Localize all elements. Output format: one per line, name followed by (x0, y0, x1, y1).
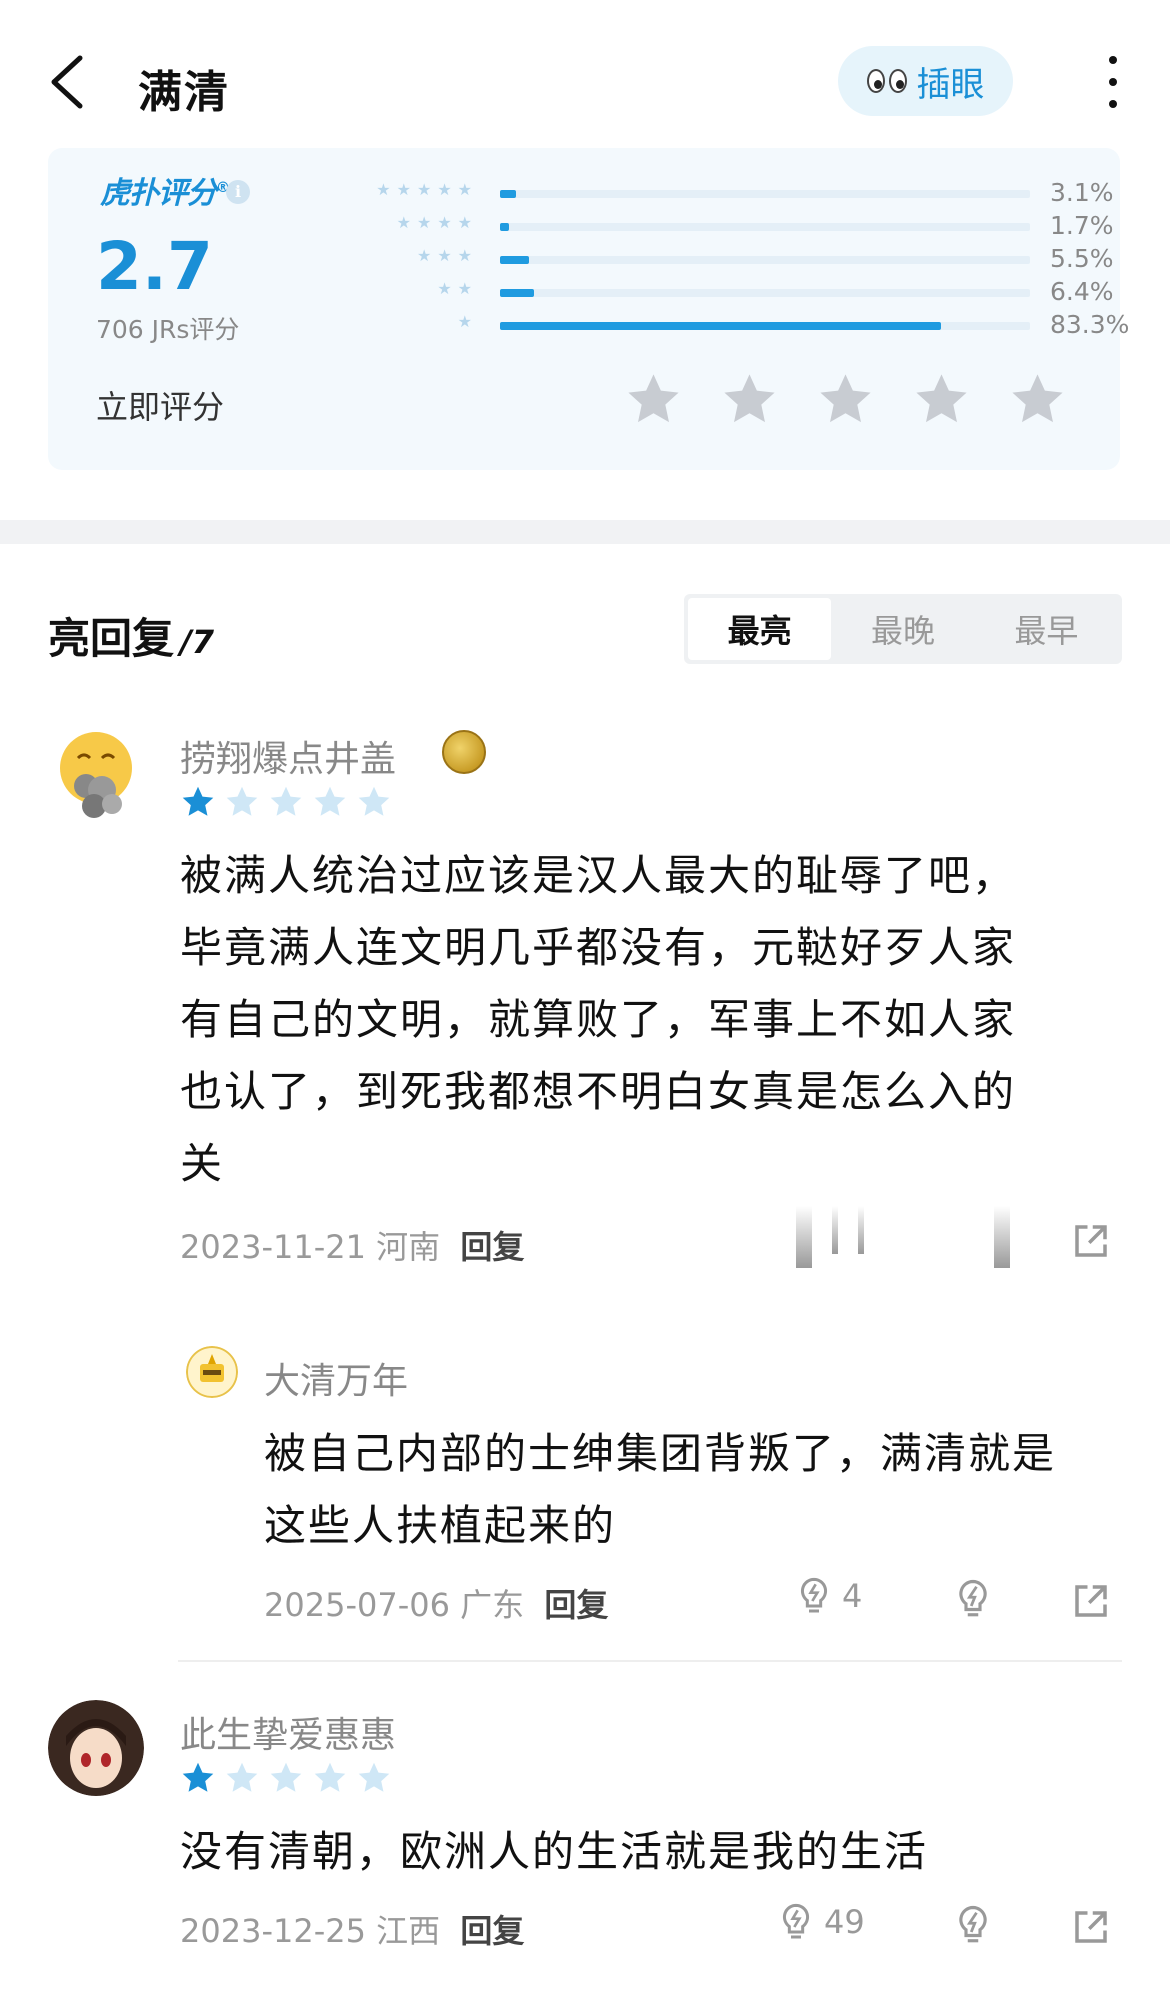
lightbulb-icon (782, 1903, 810, 1939)
medal-badge-icon (442, 730, 486, 774)
lightbulb-icon (800, 1577, 828, 1613)
comment-meta: 2023-11-21 河南 回复 (180, 1222, 524, 1268)
star-empty-icon (226, 786, 258, 816)
replies-title: 亮回复 (48, 614, 175, 663)
comment-text: 被自己内部的士绅集团背叛了，满清就是 这些人扶植起来的 (264, 1429, 1057, 1550)
comment-meta: 2025-07-06 广东 回复 (264, 1580, 608, 1626)
username[interactable]: 捞翔爆点井盖 (180, 730, 396, 782)
comment-text: 没有清朝，欧洲人的生活就是我的生活 (180, 1827, 929, 1876)
star-empty-icon (358, 1762, 390, 1792)
rate-star-2-icon[interactable] (720, 370, 779, 429)
vote-count: 706 JRs评分 (96, 315, 240, 344)
replies-count: /7 (180, 623, 214, 661)
dislike-icon[interactable] (952, 1578, 994, 1620)
user-rating-stars (180, 784, 392, 820)
replies-heading: 亮回复/7 (48, 605, 214, 666)
star-empty-icon (314, 786, 346, 816)
star-level-5: ★★★★★ (376, 180, 478, 199)
rate-now-label: 立即评分 (96, 388, 225, 426)
light-up-button[interactable]: 4 (794, 1576, 862, 1616)
comment-divider (178, 1660, 1122, 1662)
distribution-percent: 3.1% (1050, 178, 1114, 207)
star-filled-icon (182, 786, 214, 816)
reply-button[interactable]: 回复 (544, 1586, 608, 1624)
rate-star-4-icon[interactable] (912, 370, 971, 429)
sort-tabs: 最亮 最晚 最早 (684, 594, 1122, 664)
rate-star-1-icon[interactable] (624, 370, 683, 429)
star-empty-icon (226, 1762, 258, 1792)
comment-date: 2025-07-06 (264, 1586, 450, 1624)
distribution-bar (500, 256, 1030, 264)
distribution-percent: 6.4% (1050, 277, 1114, 306)
reply-button[interactable]: 回复 (460, 1912, 524, 1950)
top-bar: 满清 插眼 (0, 0, 1170, 150)
like-count: 4 (842, 1577, 863, 1615)
share-icon[interactable] (1070, 1580, 1112, 1622)
rate-star-5-icon[interactable] (1008, 370, 1067, 429)
distribution-row-3: ★★★ 5.5% (308, 244, 1114, 277)
star-level-2: ★★ (437, 279, 478, 298)
distribution-bar (500, 223, 1030, 231)
star-filled-icon (182, 1762, 214, 1792)
distribution-bar (500, 190, 1030, 198)
avatar[interactable] (186, 1346, 238, 1398)
star-level-1: ★ (457, 312, 478, 331)
star-empty-icon (314, 1762, 346, 1792)
dislike-icon[interactable] (952, 1904, 994, 1946)
avatar[interactable] (56, 728, 136, 820)
comment-date: 2023-12-25 (180, 1912, 366, 1950)
info-icon[interactable]: i (226, 180, 250, 204)
comment-text: 被满人统治过应该是汉人最大的耻辱了吧， 毕竟满人连文明几乎都没有，元鞑好歹人家 … (180, 851, 1017, 1188)
back-arrow-icon[interactable] (44, 52, 94, 112)
comment-location: 广东 (460, 1586, 525, 1624)
render-artifact (796, 1206, 1010, 1268)
share-icon[interactable] (1070, 1220, 1112, 1262)
star-level-3: ★★★ (416, 246, 478, 265)
distribution-percent: 83.3% (1050, 310, 1130, 339)
eyes-icon (866, 69, 907, 93)
distribution-percent: 1.7% (1050, 211, 1114, 240)
distribution-bar (500, 322, 1030, 330)
light-up-button[interactable]: 49 (776, 1902, 865, 1942)
rating-card: 虎扑评分® i 2.7 706 JRs评分 ★★★★★ 3.1% ★★★★ 1.… (48, 148, 1130, 470)
reply-button[interactable]: 回复 (460, 1228, 524, 1266)
username[interactable]: 此生挚爱惠惠 (180, 1706, 396, 1758)
rate-stars (624, 370, 1067, 429)
tab-brightest[interactable]: 最亮 (688, 598, 832, 660)
distribution-row-1: ★ 83.3% (308, 310, 1130, 343)
distribution-row-5: ★★★★★ 3.1% (308, 178, 1113, 211)
rate-star-3-icon[interactable] (816, 370, 875, 429)
tab-latest[interactable]: 最晚 (831, 598, 974, 660)
insert-eye-button[interactable]: 插眼 (838, 46, 1013, 116)
like-count: 49 (824, 1903, 865, 1941)
username[interactable]: 大清万年 (264, 1352, 408, 1404)
star-empty-icon (358, 786, 390, 816)
average-score: 2.7 (96, 228, 213, 305)
distribution-percent: 5.5% (1050, 244, 1114, 273)
comment-date: 2023-11-21 (180, 1228, 366, 1266)
section-divider (0, 520, 1170, 544)
distribution-bar (500, 289, 1030, 297)
star-empty-icon (270, 786, 302, 816)
distribution-row-2: ★★ 6.4% (308, 277, 1113, 310)
star-level-4: ★★★★ (396, 213, 478, 232)
tab-earliest[interactable]: 最早 (975, 598, 1118, 660)
rating-distribution: ★★★★★ 3.1% ★★★★ 1.7% ★★★ 5.5% ★★ 6.4% ★ … (308, 178, 1130, 343)
comment-location: 河南 (376, 1228, 441, 1266)
comment-location: 江西 (376, 1912, 441, 1950)
comment-meta: 2023-12-25 江西 回复 (180, 1906, 524, 1952)
brand-logo: 虎扑评分® (100, 176, 230, 211)
share-icon[interactable] (1070, 1906, 1112, 1948)
star-empty-icon (270, 1762, 302, 1792)
user-rating-stars (180, 1760, 392, 1796)
avatar[interactable] (48, 1700, 144, 1796)
insert-eye-label: 插眼 (916, 64, 985, 105)
page-title: 满清 (138, 67, 230, 118)
distribution-row-4: ★★★★ 1.7% (308, 211, 1114, 244)
more-options-icon[interactable] (1098, 56, 1128, 108)
